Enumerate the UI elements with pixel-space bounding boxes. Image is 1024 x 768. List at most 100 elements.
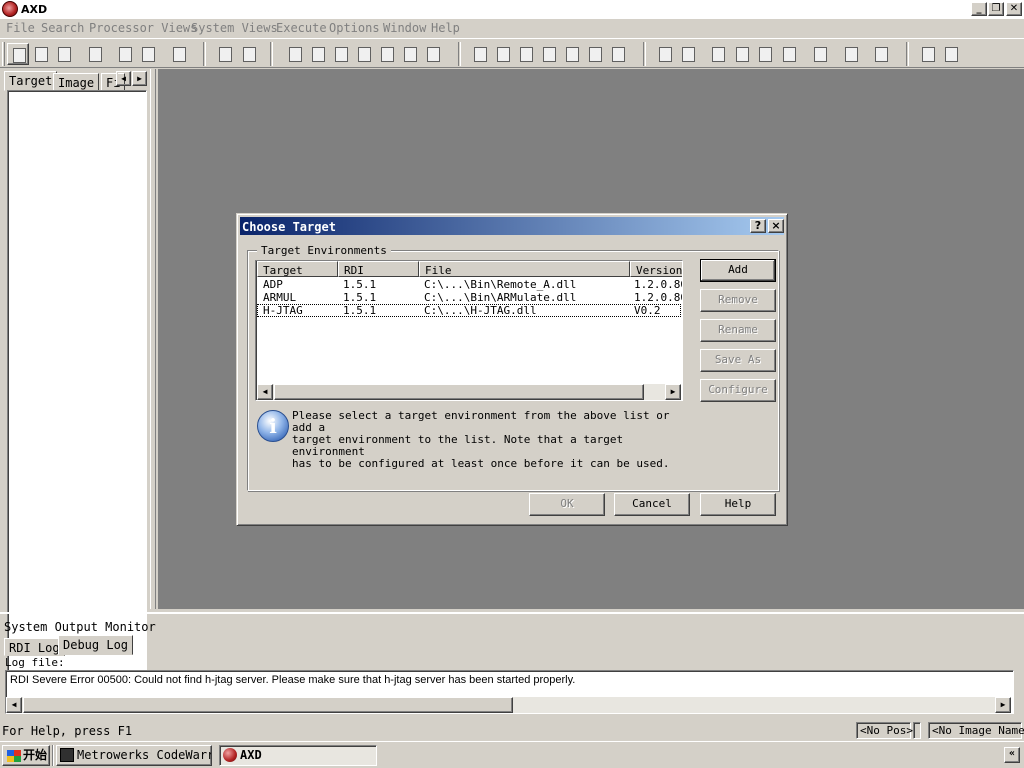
- menu-search[interactable]: Search: [41, 21, 84, 35]
- cancel-button[interactable]: Cancel: [614, 493, 690, 516]
- toggle-breakpoint-icon[interactable]: [809, 43, 831, 65]
- find-next-icon[interactable]: [238, 43, 260, 65]
- menu-options[interactable]: Options: [329, 21, 380, 35]
- disassembly-view-icon[interactable]: [399, 43, 421, 65]
- toggle-watchpoint-icon[interactable]: [840, 43, 862, 65]
- scrollbar-thumb[interactable]: [274, 384, 644, 400]
- codewarrior-icon: [60, 748, 74, 762]
- menu-system-views[interactable]: System Views: [191, 21, 278, 35]
- log-output[interactable]: RDI Severe Error 00500: Could not find h…: [5, 670, 1014, 714]
- dialog-help-icon[interactable]: ?: [750, 219, 766, 233]
- list-horizontal-scrollbar[interactable]: ◀ ▶: [257, 384, 681, 400]
- column-header-file[interactable]: File: [419, 261, 630, 277]
- axd-app-icon[interactable]: [2, 1, 18, 17]
- save-as-button[interactable]: Save As: [700, 349, 776, 372]
- close-icon[interactable]: ✕: [1006, 2, 1022, 16]
- context-help-icon[interactable]: [940, 43, 962, 65]
- add-button[interactable]: Add: [700, 259, 776, 282]
- save-icon[interactable]: [114, 43, 136, 65]
- panel-splitter[interactable]: [150, 69, 156, 609]
- menu-help[interactable]: Help: [431, 21, 460, 35]
- step-out-icon[interactable]: [754, 43, 776, 65]
- go-icon[interactable]: [654, 43, 676, 65]
- variables-view-icon[interactable]: [330, 43, 352, 65]
- step-icon[interactable]: [731, 43, 753, 65]
- log-horizontal-scrollbar[interactable]: ◀ ▶: [6, 697, 1011, 713]
- configure-button[interactable]: Configure: [700, 379, 776, 402]
- logfile-label: Log file:: [5, 656, 65, 669]
- menu-processor-views[interactable]: Processor Views: [89, 21, 197, 35]
- system-registers-icon[interactable]: [469, 43, 491, 65]
- tab-scroll-right-icon[interactable]: ▶: [132, 71, 147, 86]
- status-image-name: <No Image Name>: [928, 722, 1024, 739]
- watch-view-icon[interactable]: [307, 43, 329, 65]
- restore-icon[interactable]: ❐: [988, 2, 1004, 16]
- task-axd[interactable]: AXD: [219, 745, 377, 766]
- tab-rdi-log[interactable]: RDI Log: [4, 638, 65, 656]
- scroll-left-icon[interactable]: ◀: [257, 384, 273, 400]
- table-row[interactable]: ADP 1.5.1 C:\...\Bin\Remote_A.dll 1.2.0.…: [257, 278, 682, 291]
- remove-button[interactable]: Remove: [700, 289, 776, 312]
- help-icon[interactable]: [917, 43, 939, 65]
- hourglass-icon[interactable]: [870, 43, 892, 65]
- memory-view-icon[interactable]: [376, 43, 398, 65]
- column-header-target[interactable]: Target: [257, 261, 338, 277]
- windows-logo-icon: [7, 750, 21, 762]
- system-variables-icon[interactable]: [515, 43, 537, 65]
- status-pane-empty: [913, 722, 921, 739]
- load-session-icon[interactable]: [53, 43, 75, 65]
- table-row[interactable]: H-JTAG 1.5.1 C:\...\H-JTAG.dll V0.2: [257, 304, 681, 317]
- toolbar-grip[interactable]: [2, 42, 5, 66]
- system-source-icon[interactable]: [607, 43, 629, 65]
- ok-button[interactable]: OK: [529, 493, 605, 516]
- menu-file[interactable]: File: [6, 21, 35, 35]
- system-memory-icon[interactable]: [561, 43, 583, 65]
- stop-icon[interactable]: [677, 43, 699, 65]
- reload-image-icon[interactable]: [30, 43, 52, 65]
- start-button[interactable]: 开始: [2, 745, 50, 766]
- scroll-right-icon[interactable]: ▶: [995, 697, 1011, 713]
- group-label: Target Environments: [257, 244, 391, 257]
- run-to-cursor-icon[interactable]: [778, 43, 800, 65]
- axd-task-icon: [223, 748, 237, 762]
- open-folder-icon[interactable]: [84, 43, 106, 65]
- tab-debug-log[interactable]: Debug Log: [58, 635, 134, 655]
- system-disassembly-icon[interactable]: [584, 43, 606, 65]
- info-icon: i: [257, 410, 289, 442]
- column-header-rdi[interactable]: RDI: [338, 261, 419, 277]
- cell-version: 1.2.0.80: [634, 291, 683, 304]
- tab-target[interactable]: Target: [4, 71, 58, 91]
- target-list[interactable]: Target RDI File Version ADP 1.5.1 C:\...…: [255, 260, 683, 401]
- rename-button[interactable]: Rename: [700, 319, 776, 342]
- scroll-left-icon[interactable]: ◀: [6, 697, 22, 713]
- minimize-icon[interactable]: _: [971, 2, 987, 16]
- toolbar-separator: [270, 42, 273, 66]
- choose-target-dialog: Choose Target ? × Target Environments Ta…: [236, 213, 788, 526]
- step-in-icon[interactable]: [707, 43, 729, 65]
- find-icon[interactable]: [214, 43, 236, 65]
- system-watch-icon[interactable]: [492, 43, 514, 65]
- registers-view-icon[interactable]: [284, 43, 306, 65]
- app-title-bar: AXD _ ❐ ✕: [0, 0, 1024, 19]
- dialog-close-icon[interactable]: ×: [768, 219, 784, 233]
- scrollbar-thumb[interactable]: [23, 697, 513, 713]
- column-header-version[interactable]: Version: [630, 261, 682, 277]
- status-help-text: For Help, press F1: [2, 724, 133, 738]
- backtrace-view-icon[interactable]: [353, 43, 375, 65]
- target-tree[interactable]: [7, 90, 147, 672]
- cell-target: ARMUL: [263, 291, 297, 304]
- load-image-icon[interactable]: [7, 43, 29, 65]
- save-all-icon[interactable]: [137, 43, 159, 65]
- system-backtrace-icon[interactable]: [538, 43, 560, 65]
- source-view-icon[interactable]: [422, 43, 444, 65]
- help-button[interactable]: Help: [700, 493, 776, 516]
- menu-execute[interactable]: Execute: [276, 21, 327, 35]
- scroll-right-icon[interactable]: ▶: [665, 384, 681, 400]
- log-line: RDI Severe Error 00500: Could not find h…: [10, 674, 576, 686]
- print-icon[interactable]: [168, 43, 190, 65]
- tray-expand-icon[interactable]: «: [1004, 747, 1020, 763]
- table-row[interactable]: ARMUL 1.5.1 C:\...\Bin\ARMulate.dll 1.2.…: [257, 291, 683, 304]
- tab-scroll-left-icon[interactable]: ◀: [116, 71, 131, 86]
- menu-window[interactable]: Window: [383, 21, 426, 35]
- task-metrowerks[interactable]: Metrowerks CodeWarr...: [56, 745, 212, 766]
